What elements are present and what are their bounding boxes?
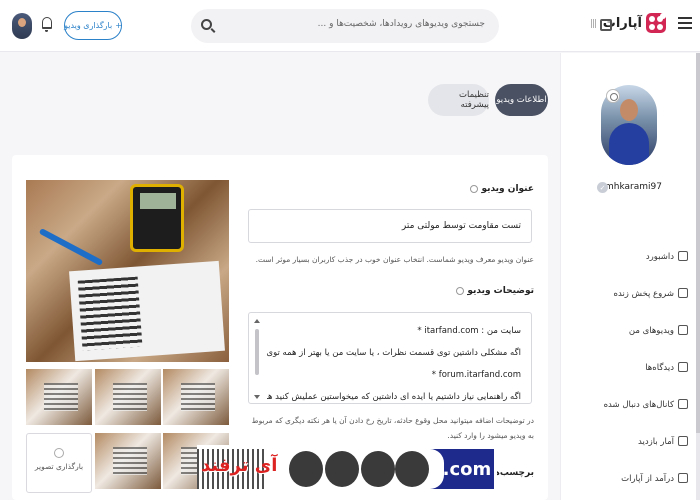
watermark-domain-text: .com bbox=[442, 458, 492, 480]
description-line: اگه مشکلی داشتین توی قسمت نظرات ، یا سای… bbox=[267, 348, 521, 358]
watermark-domain: .com bbox=[430, 449, 494, 489]
thumbnail-option[interactable] bbox=[26, 369, 92, 425]
tab-video-info[interactable]: اطلاعات ویدیو bbox=[495, 84, 548, 116]
search-bar[interactable]: جستجوی ویدیوهای رویدادها، شخصیت‌ها و ... bbox=[191, 9, 499, 43]
sidebar-item-dashboard[interactable]: داشبورد bbox=[560, 238, 700, 275]
upload-thumbnail-label: بارگذاری تصویر bbox=[34, 462, 84, 471]
sidebar-item-comments[interactable]: دیدگاه‌ها bbox=[560, 349, 700, 386]
tab-advanced-settings[interactable]: تنظیمات پیشرفته bbox=[428, 84, 489, 116]
upload-video-label: بارگذاری ویدیو bbox=[64, 21, 113, 30]
sidebar-item-followed-channels[interactable]: کانال‌های دنبال شده bbox=[560, 386, 700, 423]
title-label-text: عنوان ویدیو bbox=[481, 184, 534, 194]
upload-thumbnail-button[interactable]: بارگذاری تصویر bbox=[26, 433, 92, 493]
thumbnail-option[interactable] bbox=[95, 433, 161, 489]
description-line: سایت من : itarfand.com * bbox=[417, 326, 521, 336]
upload-video-button[interactable]: + بارگذاری ویدیو bbox=[64, 11, 122, 40]
grid-dots-icon[interactable]: ||| bbox=[590, 19, 597, 29]
textarea-scrollbar[interactable] bbox=[254, 319, 260, 399]
profile-body bbox=[609, 123, 649, 165]
aparat-logo[interactable]: آپارات bbox=[603, 13, 666, 33]
thumbnail-option[interactable] bbox=[95, 369, 161, 425]
camera-icon[interactable] bbox=[606, 89, 620, 103]
thumb-probe bbox=[38, 227, 104, 267]
comments-icon bbox=[678, 362, 688, 372]
dashboard-icon bbox=[678, 251, 688, 261]
sidebar-item-label: ویدیوهای من bbox=[628, 325, 674, 336]
sidebar: mhkarami97 ✓ داشبورد شروع پخش زنده ویدیو… bbox=[560, 53, 700, 500]
videos-icon bbox=[678, 325, 688, 335]
description-label: توضیحات ویدیو bbox=[440, 286, 534, 296]
sidebar-item-label: درآمد از آپارات bbox=[621, 473, 674, 484]
watermark-logo: آی ترفند .com bbox=[197, 445, 497, 493]
scroll-down-icon[interactable] bbox=[254, 395, 260, 399]
description-line: forum.itarfand.com * bbox=[431, 370, 521, 380]
channels-icon bbox=[678, 399, 688, 409]
description-line: اگه راهنمایی نیاز داشتیم یا ایده ای داشت… bbox=[267, 392, 521, 402]
top-bar: آپارات ||| جستجوی ویدیوهای رویدادها، شخص… bbox=[0, 0, 700, 52]
thumb-paper bbox=[69, 260, 225, 362]
studio-icon[interactable] bbox=[600, 19, 612, 31]
watermark-text: آی ترفند bbox=[201, 455, 278, 476]
income-icon bbox=[678, 473, 688, 483]
plus-icon: + bbox=[115, 21, 122, 30]
aparat-logo-icon bbox=[646, 13, 666, 33]
stats-icon bbox=[678, 436, 688, 446]
sidebar-item-label: دیدگاه‌ها bbox=[645, 362, 674, 373]
sidebar-item-my-videos[interactable]: ویدیوهای من bbox=[560, 312, 700, 349]
verified-icon: ✓ bbox=[597, 182, 608, 193]
sidebar-item-label: آمار بازدید bbox=[638, 436, 674, 447]
sidebar-item-label: کانال‌های دنبال شده bbox=[603, 399, 674, 410]
menu-icon[interactable] bbox=[678, 17, 692, 31]
sidebar-item-label: شروع پخش زنده bbox=[613, 288, 674, 299]
scroll-thumb[interactable] bbox=[255, 329, 259, 375]
description-label-text: توضیحات ویدیو bbox=[467, 286, 534, 296]
username[interactable]: mhkarami97 bbox=[605, 182, 662, 192]
description-textarea[interactable]: سایت من : itarfand.com * اگه مشکلی داشتی… bbox=[248, 312, 532, 404]
search-icon[interactable] bbox=[201, 19, 212, 30]
watermark-shapes bbox=[289, 449, 429, 489]
profile-face bbox=[620, 99, 638, 121]
scroll-up-icon[interactable] bbox=[254, 319, 260, 323]
title-input[interactable]: تست مقاومت توسط مولتی متر bbox=[248, 209, 532, 243]
thumb-multimeter bbox=[130, 184, 184, 252]
sidebar-item-live[interactable]: شروع پخش زنده bbox=[560, 275, 700, 312]
page-scroll-thumb[interactable] bbox=[696, 53, 700, 433]
title-hint: عنوان ویدیو معرف ویدیو شماست. انتخاب عنو… bbox=[255, 255, 534, 264]
sidebar-item-income[interactable]: درآمد از آپارات bbox=[560, 460, 700, 497]
thumbnail-option[interactable] bbox=[163, 369, 229, 425]
video-thumbnail-preview bbox=[26, 180, 229, 362]
description-hint: در توضیحات اضافه میتوانید محل وقوع حادثه… bbox=[251, 416, 534, 440]
sidebar-item-label: داشبورد bbox=[645, 251, 674, 262]
add-image-icon bbox=[54, 448, 64, 458]
avatar[interactable] bbox=[12, 13, 32, 39]
title-label: عنوان ویدیو bbox=[460, 184, 534, 194]
live-icon bbox=[678, 288, 688, 298]
tags-label: برچسب‌ها bbox=[490, 468, 534, 478]
sidebar-menu: داشبورد شروع پخش زنده ویدیوهای من دیدگاه… bbox=[560, 238, 700, 497]
sidebar-item-stats[interactable]: آمار بازدید bbox=[560, 423, 700, 460]
help-icon[interactable] bbox=[456, 286, 465, 295]
bell-icon[interactable] bbox=[42, 17, 52, 32]
help-icon[interactable] bbox=[470, 184, 479, 193]
page-scrollbar[interactable] bbox=[696, 53, 700, 500]
search-input[interactable]: جستجوی ویدیوهای رویدادها، شخصیت‌ها و ... bbox=[318, 19, 485, 29]
